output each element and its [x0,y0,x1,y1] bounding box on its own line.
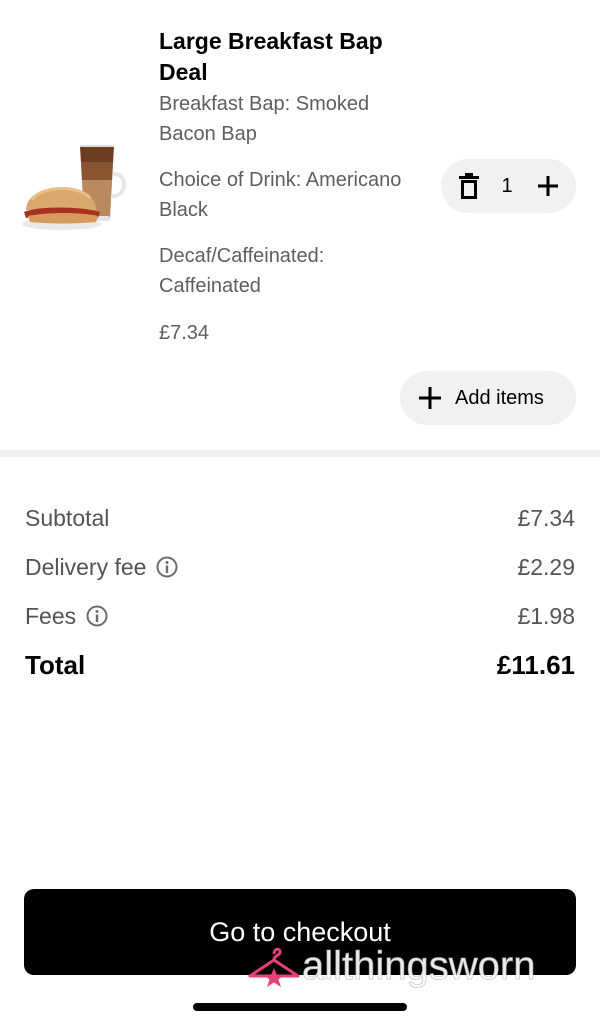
cart-item: Large Breakfast Bap Deal Breakfast Bap: … [0,0,600,450]
trash-icon[interactable] [457,173,481,199]
quantity-stepper: 1 [441,159,576,213]
fees-label-group: Fees [25,598,108,634]
subtotal-value: £7.34 [517,505,575,531]
delivery-fee-label: Delivery fee [25,554,147,580]
add-items-button[interactable]: Add items [400,371,576,425]
breakfast-bap-and-coffee-image [22,145,126,230]
increase-quantity-icon[interactable] [536,174,560,198]
subtotal-label: Subtotal [25,505,110,531]
item-price: £7.34 [159,322,210,344]
item-option-drink: Choice of Drink: Americano Black [159,169,402,221]
delivery-fee-row: Delivery fee £2.29 [25,549,575,598]
total-label: Total [25,650,86,680]
item-option-bap: Breakfast Bap: Smoked Bacon Bap [159,93,370,145]
home-indicator[interactable] [193,1003,407,1011]
delivery-fee-label-group: Delivery fee [25,549,178,585]
quantity-value: 1 [501,175,513,197]
fees-value: £1.98 [517,603,575,629]
cart-page: Large Breakfast Bap Deal Breakfast Bap: … [0,0,600,1024]
add-items-label: Add items [455,387,544,409]
item-details: Large Breakfast Bap Deal Breakfast Bap: … [159,26,429,348]
total-row: Total £11.61 [25,647,575,696]
fees-row: Fees £1.98 [25,598,575,647]
item-title: Large Breakfast Bap Deal [159,28,383,85]
go-to-checkout-button[interactable]: Go to checkout [24,889,576,975]
section-divider [0,450,600,457]
total-value: £11.61 [496,650,575,680]
subtotal-row: Subtotal £7.34 [25,500,575,549]
checkout-label: Go to checkout [209,917,391,947]
delivery-fee-info-icon[interactable] [156,556,178,578]
order-summary: Subtotal £7.34 Delivery fee £2.29 Fees £… [25,500,575,696]
plus-icon [419,387,441,409]
item-option-caffeine: Decaf/Caffeinated: Caffeinated [159,245,325,297]
delivery-fee-value: £2.29 [517,554,575,580]
fees-label: Fees [25,603,77,629]
fees-info-icon[interactable] [86,605,108,627]
